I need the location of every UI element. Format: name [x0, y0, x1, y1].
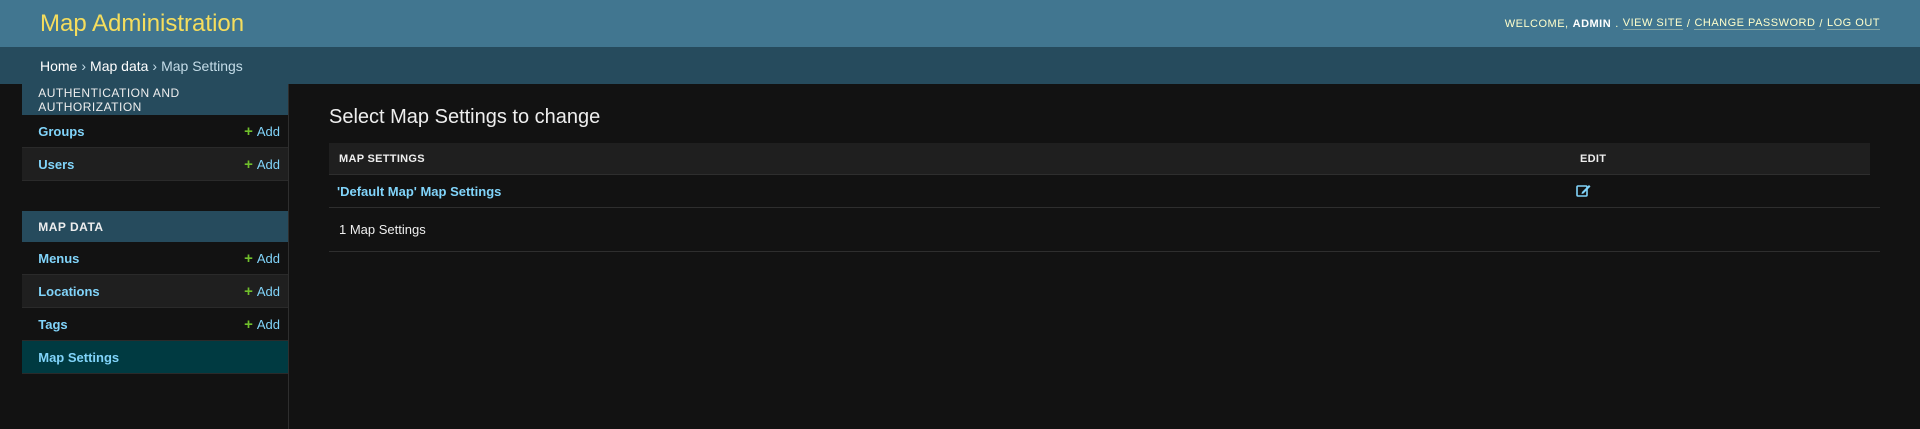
header: Map Administration Welcome, admin. View …	[0, 0, 1920, 47]
separator: /	[1819, 17, 1823, 30]
site-title[interactable]: Map Administration	[40, 10, 244, 38]
module-map-data: Map data Menus + Add Locations + Add Tag…	[22, 211, 288, 374]
sidebar: Authentication and Authorization Groups …	[22, 84, 289, 429]
add-menus-button[interactable]: + Add	[244, 250, 280, 267]
add-label: Add	[256, 283, 280, 299]
breadcrumb-current: Map Settings	[161, 57, 243, 74]
table-header: Map Settings Edit	[329, 143, 1870, 175]
plus-icon: +	[244, 249, 253, 267]
username: admin	[1572, 17, 1612, 30]
plus-icon: +	[244, 155, 253, 173]
sidebar-item-tags-link[interactable]: Tags	[38, 317, 67, 332]
sidebar-item-groups-link[interactable]: Groups	[38, 124, 84, 139]
breadcrumb-separator: ›	[152, 57, 158, 74]
sidebar-gutter	[0, 84, 22, 429]
add-label: Add	[256, 316, 280, 332]
plus-icon: +	[244, 282, 253, 300]
sidebar-item-menus: Menus + Add	[22, 242, 288, 275]
sidebar-item-map-settings: Map Settings	[22, 341, 288, 374]
add-label: Add	[256, 250, 280, 266]
welcome-text: Welcome,	[1504, 17, 1569, 30]
log-out-link[interactable]: Log out	[1826, 17, 1880, 30]
sidebar-item-groups: Groups + Add	[22, 115, 288, 148]
table-row: 'Default Map' Map Settings	[329, 175, 1880, 208]
table-cell-name: 'Default Map' Map Settings	[329, 183, 1570, 199]
separator: /	[1686, 17, 1691, 30]
result-count: 1 Map Settings	[329, 208, 1880, 252]
module-auth: Authentication and Authorization Groups …	[22, 84, 288, 181]
plus-icon: +	[244, 122, 253, 140]
sidebar-item-users: Users + Add	[22, 148, 288, 181]
sidebar-item-map-settings-link[interactable]: Map Settings	[38, 350, 119, 365]
view-site-link[interactable]: View site	[1622, 17, 1683, 30]
sidebar-item-locations: Locations + Add	[22, 275, 288, 308]
add-users-button[interactable]: + Add	[244, 156, 280, 173]
column-header-map-settings[interactable]: Map Settings	[329, 153, 1570, 165]
module-caption-auth[interactable]: Authentication and Authorization	[22, 84, 288, 115]
welcome-period: .	[1615, 17, 1619, 30]
plus-icon: +	[244, 315, 253, 333]
add-tags-button[interactable]: + Add	[244, 316, 280, 333]
add-label: Add	[256, 156, 280, 172]
add-label: Add	[256, 123, 280, 139]
module-caption-map-data[interactable]: Map data	[22, 211, 288, 242]
user-tools: Welcome, admin. View site / Change passw…	[1505, 17, 1880, 30]
page-title: Select Map Settings to change	[329, 106, 601, 128]
table-cell-edit	[1570, 183, 1880, 200]
edit-icon[interactable]	[1570, 183, 1597, 197]
sidebar-item-users-link[interactable]: Users	[38, 157, 74, 172]
breadcrumb-app[interactable]: Map data	[90, 58, 148, 74]
sidebar-item-menus-link[interactable]: Menus	[38, 251, 79, 266]
column-header-edit: Edit	[1580, 152, 1607, 165]
change-password-link[interactable]: Change password	[1694, 17, 1816, 30]
results-table: Map Settings Edit	[329, 143, 1870, 175]
sidebar-item-tags: Tags + Add	[22, 308, 288, 341]
sidebar-item-locations-link[interactable]: Locations	[38, 284, 99, 299]
breadcrumb-separator: ›	[81, 57, 87, 74]
content: Select Map Settings to change Map Settin…	[289, 84, 1920, 429]
breadcrumb: Home › Map data › Map Settings	[0, 47, 1920, 84]
breadcrumb-home[interactable]: Home	[40, 58, 77, 74]
add-locations-button[interactable]: + Add	[244, 283, 280, 300]
add-groups-button[interactable]: + Add	[244, 123, 280, 140]
main: Authentication and Authorization Groups …	[0, 84, 1920, 429]
map-settings-link[interactable]: 'Default Map' Map Settings	[329, 184, 509, 199]
